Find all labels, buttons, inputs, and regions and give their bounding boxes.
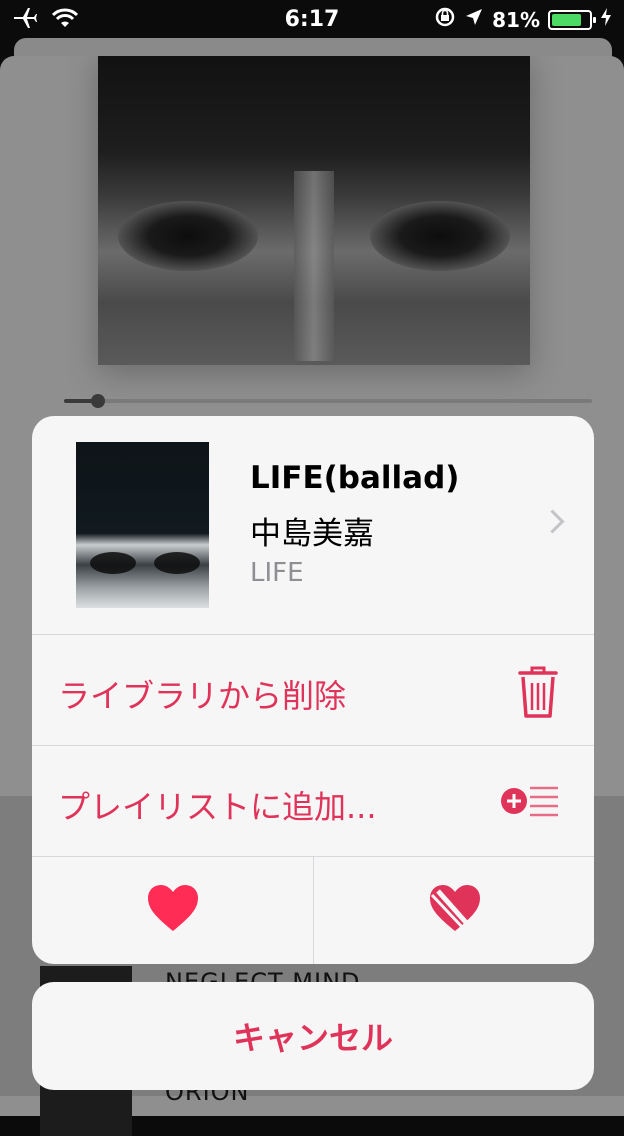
trash-icon (516, 665, 560, 723)
status-bar: 6:17 81% (0, 0, 624, 40)
charging-icon (600, 7, 612, 32)
chevron-right-icon (540, 509, 565, 534)
song-thumbnail (76, 442, 209, 608)
action-sheet: LIFE(ballad) 中島美嘉 LIFE ライブラリから削除 プレイリストに… (32, 416, 594, 964)
album-artwork (98, 56, 530, 365)
heart-icon (146, 883, 200, 937)
song-artist: 中島美嘉 (250, 516, 374, 552)
battery-icon (548, 9, 596, 30)
add-to-playlist-icon (500, 784, 560, 822)
remove-from-library-button[interactable]: ライブラリから削除 (32, 635, 594, 745)
cancel-button[interactable]: キャンセル (32, 982, 594, 1090)
add-to-playlist-label: プレイリストに追加... (58, 788, 377, 826)
dislike-button[interactable] (314, 856, 594, 964)
rotation-lock-icon (434, 6, 456, 33)
battery-level (552, 13, 582, 26)
rating-row (32, 856, 594, 964)
battery-percent: 81% (492, 7, 540, 32)
playback-scrubber[interactable] (64, 394, 592, 408)
song-album: LIFE (250, 558, 304, 588)
song-header[interactable]: LIFE(ballad) 中島美嘉 LIFE (32, 416, 594, 634)
broken-heart-icon (428, 883, 482, 937)
love-button[interactable] (32, 856, 313, 964)
cancel-label: キャンセル (232, 1019, 393, 1057)
remove-from-library-label: ライブラリから削除 (58, 677, 347, 715)
song-title: LIFE(ballad) (250, 460, 460, 496)
location-icon (464, 7, 484, 32)
add-to-playlist-button[interactable]: プレイリストに追加... (32, 746, 594, 856)
